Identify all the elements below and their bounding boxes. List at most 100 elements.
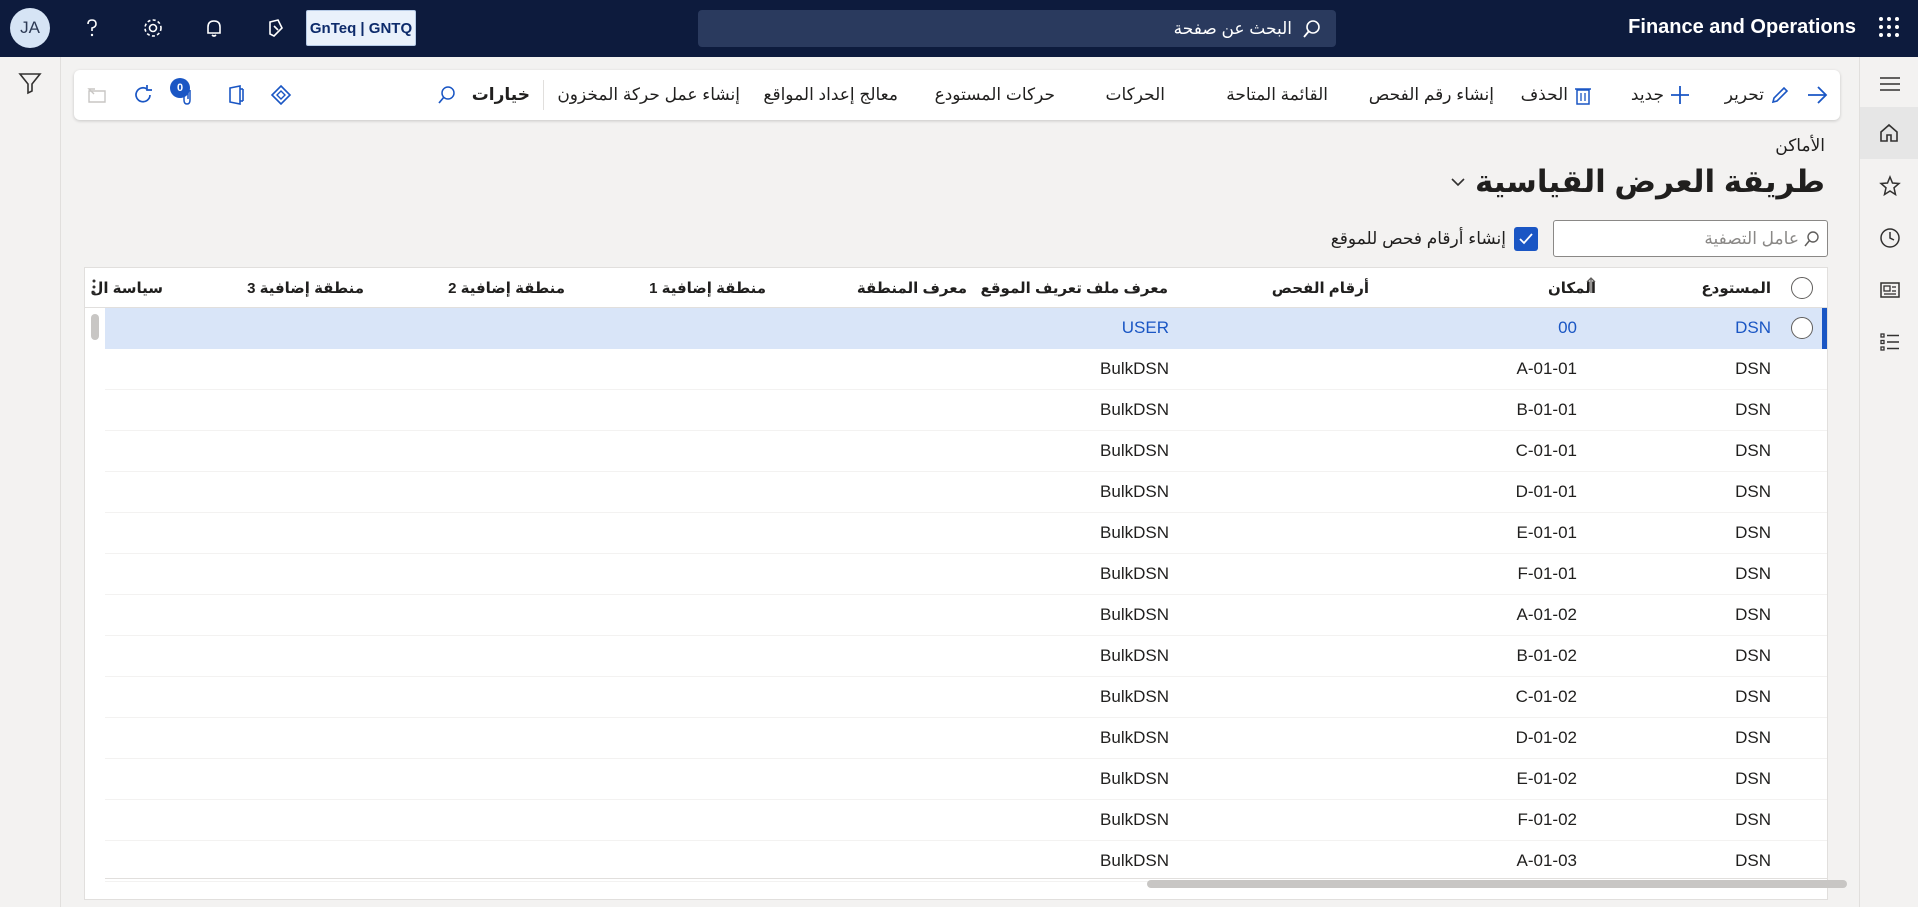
cell-location-profile[interactable]: BulkDSN (1100, 523, 1169, 543)
cell-warehouse[interactable]: DSN (1735, 605, 1771, 625)
cell-location[interactable]: B-01-01 (1517, 400, 1577, 420)
cell-warehouse[interactable]: DSN (1735, 687, 1771, 707)
help-icon[interactable] (78, 14, 106, 42)
new-button[interactable]: جديد (1631, 70, 1690, 120)
column-header-extra-zone-2[interactable]: منطقة إضافية 2 (448, 279, 565, 297)
horizontal-scrollbar[interactable] (105, 878, 1847, 888)
options-tab[interactable]: خيارات (472, 70, 530, 120)
cell-warehouse[interactable]: DSN (1735, 728, 1771, 748)
favorites-star-icon[interactable] (1877, 173, 1903, 199)
cell-location-profile[interactable]: USER (1122, 318, 1169, 338)
cell-location[interactable]: E-01-02 (1517, 769, 1577, 789)
table-row[interactable]: DSN A-01-01 BulkDSN (105, 349, 1827, 390)
cell-location[interactable]: B-01-02 (1517, 646, 1577, 666)
warehouse-transactions-button[interactable]: حركات المستودع (935, 70, 1055, 120)
select-all-radio[interactable] (1791, 277, 1813, 299)
avatar[interactable]: JA (10, 8, 50, 48)
cell-warehouse[interactable]: DSN (1735, 400, 1771, 420)
power-apps-icon[interactable] (268, 82, 294, 108)
page-title[interactable]: طريقة العرض القياسية (1451, 164, 1825, 200)
column-header-check-digits[interactable]: أرقام الفحص (1272, 279, 1369, 297)
company-selector-button[interactable]: GnTeq | GNTQ (306, 10, 416, 46)
cell-location-profile[interactable]: BulkDSN (1100, 687, 1169, 707)
table-row[interactable]: DSN D-01-01 BulkDSN (105, 472, 1827, 513)
cell-location[interactable]: C-01-02 (1516, 687, 1577, 707)
page-search-input[interactable]: البحث عن صفحة (698, 10, 1336, 47)
cell-warehouse[interactable]: DSN (1735, 318, 1771, 338)
cell-location-profile[interactable]: BulkDSN (1100, 810, 1169, 830)
copilot-icon[interactable] (262, 14, 290, 42)
filter-icon[interactable] (18, 71, 42, 95)
create-check-digits-checkbox[interactable]: إنشاء أرقام فحص للموقع (1331, 227, 1538, 251)
hamburger-menu-icon[interactable] (1877, 71, 1903, 97)
table-row[interactable]: DSN C-01-02 BulkDSN (105, 677, 1827, 718)
cell-location[interactable]: F-01-01 (1517, 564, 1577, 584)
cell-location-profile[interactable]: BulkDSN (1100, 646, 1169, 666)
waffle-icon[interactable] (1878, 16, 1900, 38)
cell-warehouse[interactable]: DSN (1735, 564, 1771, 584)
cell-location-profile[interactable]: BulkDSN (1100, 728, 1169, 748)
transactions-button[interactable]: الحركات (1105, 70, 1165, 120)
cell-location[interactable]: D-01-02 (1516, 728, 1577, 748)
table-row[interactable]: DSN D-01-02 BulkDSN (105, 718, 1827, 759)
cell-location[interactable]: 00 (1558, 318, 1577, 338)
table-row[interactable]: DSN F-01-01 BulkDSN (105, 554, 1827, 595)
scroll-thumb[interactable] (1147, 880, 1847, 888)
delete-button[interactable]: الحذف (1521, 70, 1592, 120)
cell-warehouse[interactable]: DSN (1735, 810, 1771, 830)
column-header-extra-zone-1[interactable]: منطقة إضافية 1 (649, 279, 766, 297)
table-row[interactable]: DSN E-01-02 BulkDSN (105, 759, 1827, 800)
cell-location[interactable]: F-01-02 (1517, 810, 1577, 830)
cell-warehouse[interactable]: DSN (1735, 482, 1771, 502)
grid-filter-input[interactable]: عامل التصفية (1553, 220, 1828, 257)
cell-location[interactable]: A-01-03 (1517, 851, 1577, 871)
open-in-new-icon[interactable] (84, 82, 110, 108)
cell-warehouse[interactable]: DSN (1735, 359, 1771, 379)
vertical-scrollbar[interactable] (91, 314, 99, 340)
cell-warehouse[interactable]: DSN (1735, 769, 1771, 789)
action-search-icon[interactable] (434, 82, 460, 108)
cell-location[interactable]: A-01-01 (1517, 359, 1577, 379)
checkbox-checked-icon[interactable] (1514, 227, 1538, 251)
cell-warehouse[interactable]: DSN (1735, 441, 1771, 461)
create-inventory-movement-work-button[interactable]: إنشاء عمل حركة المخزون (557, 70, 740, 120)
notifications-icon[interactable] (200, 14, 228, 42)
table-row[interactable]: DSN 00 USER (105, 308, 1827, 349)
cell-location-profile[interactable]: BulkDSN (1100, 851, 1169, 871)
cell-location-profile[interactable]: BulkDSN (1100, 564, 1169, 584)
cell-location-profile[interactable]: BulkDSN (1100, 359, 1169, 379)
cell-location-profile[interactable]: BulkDSN (1100, 400, 1169, 420)
home-icon[interactable] (1860, 107, 1918, 159)
back-arrow-icon[interactable] (1804, 82, 1830, 108)
edit-button[interactable]: تحرير (1725, 70, 1790, 120)
table-row[interactable]: DSN E-01-01 BulkDSN (105, 513, 1827, 554)
table-row[interactable]: DSN B-01-01 BulkDSN (105, 390, 1827, 431)
onhand-list-button[interactable]: القائمة المتاحة (1226, 70, 1328, 120)
cell-location[interactable]: C-01-01 (1516, 441, 1577, 461)
create-check-number-button[interactable]: إنشاء رقم الفحص (1369, 70, 1494, 120)
cell-location[interactable]: A-01-02 (1517, 605, 1577, 625)
cell-location-profile[interactable]: BulkDSN (1100, 482, 1169, 502)
workspaces-icon[interactable] (1877, 277, 1903, 303)
cell-location-profile[interactable]: BulkDSN (1100, 769, 1169, 789)
column-header-location-profile[interactable]: معرف ملف تعريف الموقع (980, 279, 1168, 297)
refresh-icon[interactable] (130, 82, 156, 108)
more-columns-icon[interactable] (91, 278, 97, 296)
column-header-policy[interactable]: سياسة ال (90, 279, 163, 297)
cell-location-profile[interactable]: BulkDSN (1100, 441, 1169, 461)
recent-clock-icon[interactable] (1877, 225, 1903, 251)
column-header-warehouse[interactable]: المستودع (1701, 279, 1771, 297)
column-header-zone[interactable]: معرف المنطقة (857, 279, 967, 297)
table-row[interactable]: DSN A-01-03 BulkDSN (105, 841, 1827, 882)
cell-warehouse[interactable]: DSN (1735, 523, 1771, 543)
cell-warehouse[interactable]: DSN (1735, 851, 1771, 871)
column-header-extra-zone-3[interactable]: منطقة إضافية 3 (247, 279, 364, 297)
cell-location[interactable]: E-01-01 (1517, 523, 1577, 543)
office-icon[interactable] (223, 82, 249, 108)
row-select-radio[interactable] (1791, 317, 1813, 339)
table-row[interactable]: DSN A-01-02 BulkDSN (105, 595, 1827, 636)
table-row[interactable]: DSN F-01-02 BulkDSN (105, 800, 1827, 841)
location-setup-wizard-button[interactable]: معالج إعداد المواقع (763, 70, 898, 120)
settings-icon[interactable] (139, 14, 167, 42)
cell-location[interactable]: D-01-01 (1516, 482, 1577, 502)
